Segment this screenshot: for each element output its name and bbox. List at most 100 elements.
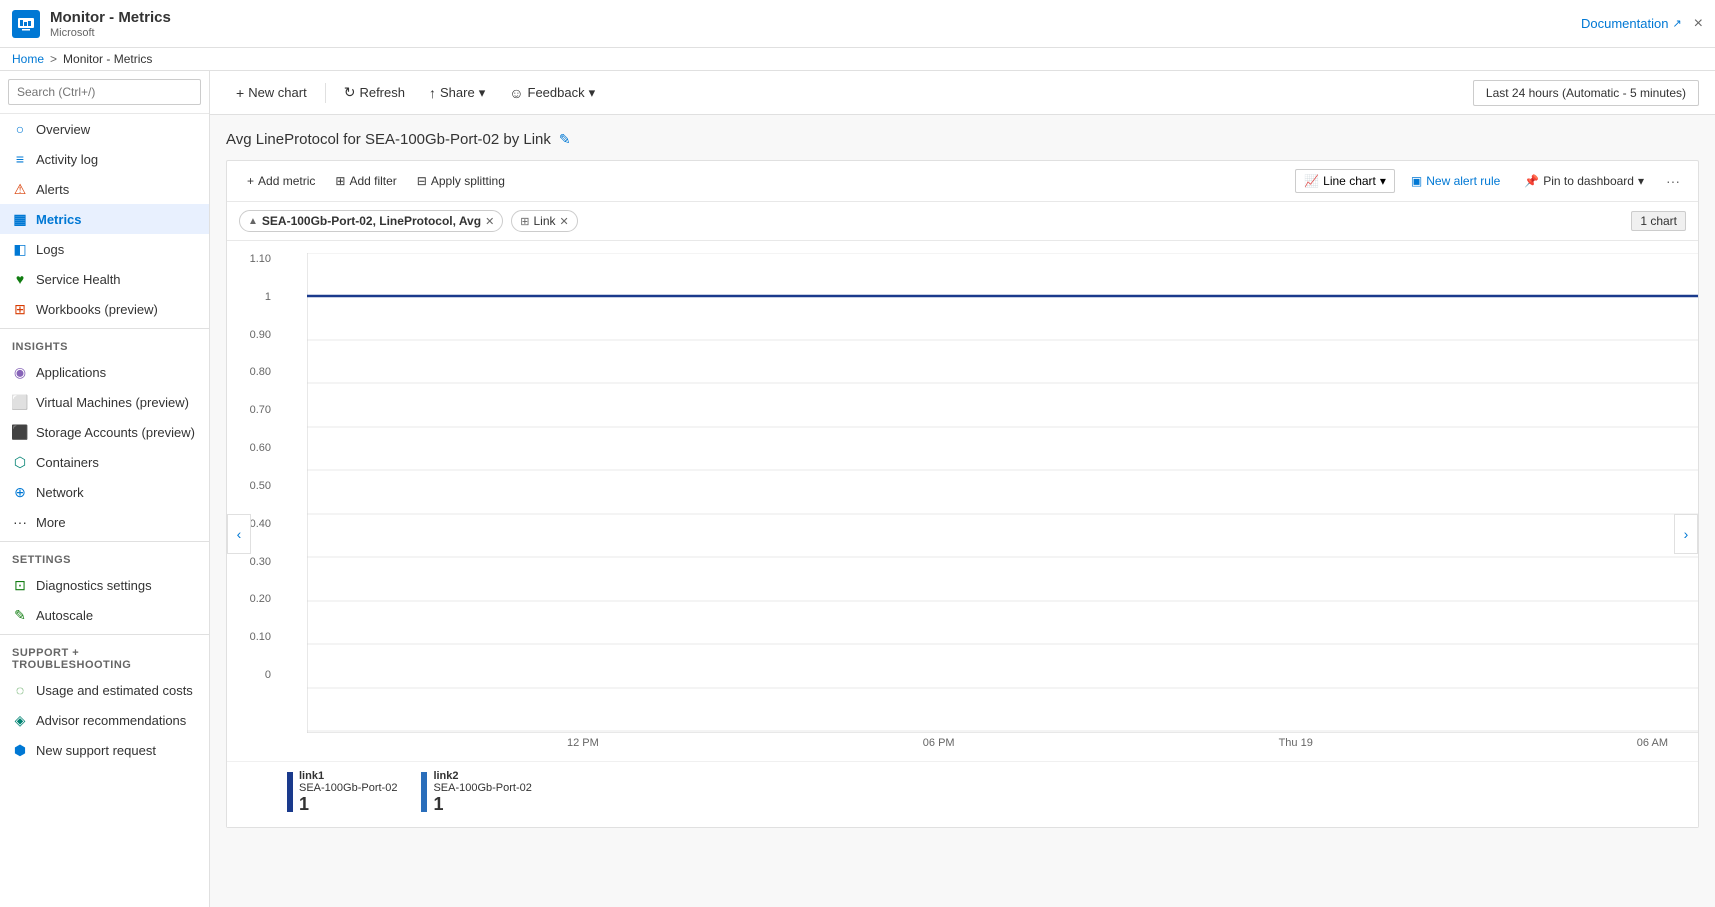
- chart-wrapper: ‹ › 1.10 1 0.90 0.80 0.70 0.60 0.50 0.40: [227, 241, 1698, 827]
- sidebar-item-label: Usage and estimated costs: [36, 683, 193, 698]
- sidebar-item-applications[interactable]: ◉ Applications: [0, 357, 209, 387]
- filter-tag-link-label: Link: [534, 214, 556, 228]
- top-bar-right: Documentation ↗ ×: [1581, 15, 1703, 33]
- filter-tag-metric[interactable]: ▲ SEA-100Gb-Port-02, LineProtocol, Avg ✕: [239, 210, 503, 232]
- sidebar-item-new-support[interactable]: ⬢ New support request: [0, 735, 209, 765]
- y-axis: 1.10 1 0.90 0.80 0.70 0.60 0.50 0.40 0.3…: [227, 253, 277, 681]
- legend-sublabel-link2: SEA-100Gb-Port-02: [433, 782, 531, 794]
- y-label-1: 1: [265, 291, 271, 303]
- sidebar-item-label: More: [36, 515, 66, 530]
- filter-tag-link[interactable]: ⊞ Link ✕: [511, 210, 577, 232]
- remove-metric-icon[interactable]: ✕: [485, 215, 494, 228]
- close-button[interactable]: ×: [1694, 15, 1703, 33]
- link-icon: ⊞: [520, 215, 529, 228]
- sidebar-item-autoscale[interactable]: ✎ Autoscale: [0, 600, 209, 630]
- sidebar-item-logs[interactable]: ◧ Logs: [0, 234, 209, 264]
- y-label-1-10: 1.10: [250, 253, 271, 265]
- sidebar-item-alerts[interactable]: ⚠ Alerts: [0, 174, 209, 204]
- service-health-icon: ♥: [12, 271, 28, 287]
- add-metric-button[interactable]: + Add metric: [239, 170, 323, 192]
- monitor-icon: [17, 15, 35, 33]
- sidebar-divider-2: [0, 541, 209, 542]
- sidebar-item-storage-accounts[interactable]: ⬛ Storage Accounts (preview): [0, 417, 209, 447]
- sidebar-item-workbooks[interactable]: ⊞ Workbooks (preview): [0, 294, 209, 324]
- y-label-0-10: 0.10: [250, 631, 271, 643]
- apply-splitting-label: Apply splitting: [431, 174, 505, 188]
- alert-icon: ▣: [1411, 174, 1422, 188]
- overview-icon: ○: [12, 121, 28, 137]
- sidebar-support-section: Support + Troubleshooting ◌ Usage and es…: [0, 639, 209, 765]
- sidebar-item-label: Virtual Machines (preview): [36, 395, 189, 410]
- sidebar-item-virtual-machines[interactable]: ⬜ Virtual Machines (preview): [0, 387, 209, 417]
- new-chart-label: New chart: [248, 85, 307, 100]
- pin-to-dashboard-button[interactable]: 📌 Pin to dashboard ▾: [1516, 170, 1652, 192]
- y-label-0-60: 0.60: [250, 442, 271, 454]
- main-layout: ○ Overview ≡ Activity log ⚠ Alerts ▦ Met…: [0, 71, 1715, 907]
- chart-type-button[interactable]: 📈 Line chart ▾: [1295, 169, 1395, 193]
- toolbar-sep-1: [325, 83, 326, 103]
- chart-right-actions: 📈 Line chart ▾ ▣ New alert rule 📌 Pin to…: [1295, 169, 1686, 193]
- feedback-icon: ☺: [509, 85, 523, 101]
- sidebar-item-containers[interactable]: ⬡ Containers: [0, 447, 209, 477]
- chart-nav-left[interactable]: ‹: [227, 514, 251, 554]
- sidebar-item-label: Logs: [36, 242, 64, 257]
- y-label-0-90: 0.90: [250, 329, 271, 341]
- sidebar-item-diagnostics[interactable]: ⊡ Diagnostics settings: [0, 570, 209, 600]
- sidebar-item-advisor[interactable]: ◈ Advisor recommendations: [0, 705, 209, 735]
- apply-splitting-button[interactable]: ⊟ Apply splitting: [409, 170, 513, 192]
- chart-actions-row: + Add metric ⊞ Add filter ⊟ Apply splitt…: [227, 161, 1698, 202]
- breadcrumb-current: Monitor - Metrics: [63, 52, 152, 66]
- app-subtitle: Microsoft: [50, 27, 171, 39]
- sidebar-item-metrics[interactable]: ▦ Metrics: [0, 204, 209, 234]
- feedback-label: Feedback: [528, 85, 585, 100]
- sidebar-item-usage-costs[interactable]: ◌ Usage and estimated costs: [0, 675, 209, 705]
- pin-icon: 📌: [1524, 174, 1539, 188]
- share-button[interactable]: ↑ Share ▾: [419, 80, 495, 106]
- more-icon: ···: [12, 514, 28, 530]
- alerts-icon: ⚠: [12, 181, 28, 197]
- feedback-button[interactable]: ☺ Feedback ▾: [499, 80, 605, 106]
- search-input[interactable]: [8, 79, 201, 105]
- add-filter-button[interactable]: ⊞ Add filter: [327, 170, 404, 192]
- sidebar-item-activity-log[interactable]: ≡ Activity log: [0, 144, 209, 174]
- chart-controls: + Add metric ⊞ Add filter ⊟ Apply splitt…: [226, 160, 1699, 828]
- time-range-button[interactable]: Last 24 hours (Automatic - 5 minutes): [1473, 80, 1699, 106]
- sidebar-item-label: Applications: [36, 365, 106, 380]
- support-header: Support + Troubleshooting: [0, 639, 209, 675]
- refresh-button[interactable]: ↻ Refresh: [334, 79, 415, 106]
- breadcrumb: Home > Monitor - Metrics: [0, 48, 1715, 71]
- app-header: Monitor - Metrics Microsoft: [12, 9, 171, 39]
- chart-nav-right[interactable]: ›: [1674, 514, 1698, 554]
- more-options-button[interactable]: ···: [1660, 169, 1686, 193]
- sidebar-divider-3: [0, 634, 209, 635]
- workbooks-icon: ⊞: [12, 301, 28, 317]
- doc-link-label: Documentation: [1581, 16, 1668, 31]
- documentation-link[interactable]: Documentation ↗: [1581, 16, 1682, 31]
- breadcrumb-home[interactable]: Home: [12, 52, 44, 66]
- virtual-machines-icon: ⬜: [12, 394, 28, 410]
- sidebar-item-network[interactable]: ⊕ Network: [0, 477, 209, 507]
- sidebar-item-label: Autoscale: [36, 608, 93, 623]
- x-label-6am: 06 AM: [1637, 737, 1668, 749]
- advisor-icon: ◈: [12, 712, 28, 728]
- chart-title-row: Avg LineProtocol for SEA-100Gb-Port-02 b…: [226, 131, 1699, 148]
- logs-icon: ◧: [12, 241, 28, 257]
- filter-tag-metric-label: SEA-100Gb-Port-02, LineProtocol, Avg: [262, 214, 481, 228]
- new-alert-rule-button[interactable]: ▣ New alert rule: [1403, 170, 1508, 192]
- legend-color-link2: [421, 772, 427, 812]
- sidebar-insights-section: Insights ◉ Applications ⬜ Virtual Machin…: [0, 333, 209, 537]
- usage-costs-icon: ◌: [12, 682, 28, 698]
- edit-title-icon[interactable]: ✎: [559, 131, 571, 148]
- sidebar-item-overview[interactable]: ○ Overview: [0, 114, 209, 144]
- remove-link-icon[interactable]: ✕: [560, 215, 569, 228]
- legend-item-link1: link1 SEA-100Gb-Port-02 1: [287, 770, 397, 815]
- sidebar-settings-section: Settings ⊡ Diagnostics settings ✎ Autosc…: [0, 546, 209, 630]
- chart-canvas: 1.10 1 0.90 0.80 0.70 0.60 0.50 0.40 0.3…: [227, 241, 1698, 761]
- new-chart-button[interactable]: + New chart: [226, 80, 317, 106]
- activity-log-icon: ≡: [12, 151, 28, 167]
- legend-value-link1: 1: [299, 794, 397, 815]
- sidebar-item-service-health[interactable]: ♥ Service Health: [0, 264, 209, 294]
- top-bar: Monitor - Metrics Microsoft Documentatio…: [0, 0, 1715, 48]
- share-icon: ↑: [429, 85, 436, 101]
- sidebar-item-more[interactable]: ··· More: [0, 507, 209, 537]
